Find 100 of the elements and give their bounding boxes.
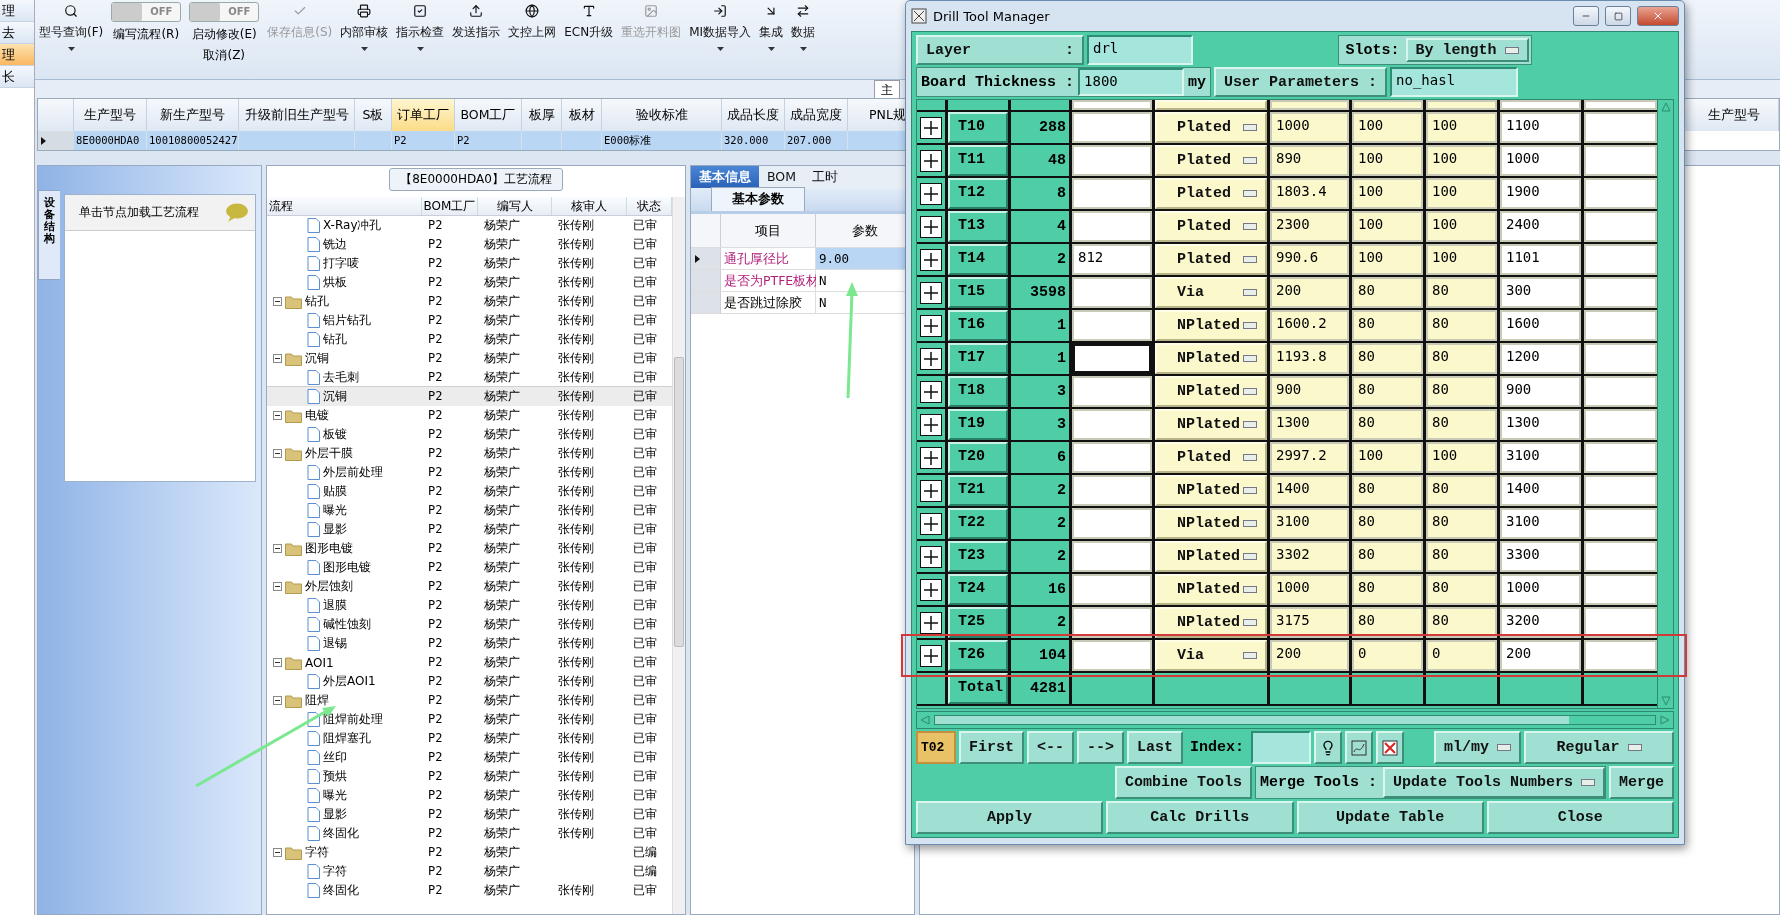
- tool-button[interactable]: T16: [948, 310, 1008, 341]
- column-header[interactable]: BOM工厂: [422, 197, 478, 215]
- expand-button[interactable]: [920, 446, 942, 469]
- toolbar-button[interactable]: 数据: [789, 0, 818, 55]
- text-field[interactable]: 100: [1426, 244, 1497, 275]
- nav-item[interactable]: 理: [0, 44, 34, 66]
- column-header[interactable]: 板材: [562, 99, 602, 131]
- column-header[interactable]: 项目: [721, 214, 816, 247]
- text-field[interactable]: 80: [1426, 343, 1497, 374]
- scroll-down-icon[interactable]: [1660, 696, 1671, 706]
- text-field[interactable]: 80: [1426, 277, 1497, 308]
- tool-button[interactable]: T18: [948, 376, 1008, 407]
- units-dropdown[interactable]: ml/my: [1434, 731, 1521, 764]
- type-dropdown[interactable]: NPlated: [1155, 475, 1267, 506]
- text-field[interactable]: 80: [1352, 607, 1423, 638]
- text-field[interactable]: 100: [1352, 211, 1423, 242]
- param-row[interactable]: 是否跳过除胶 N: [691, 292, 914, 314]
- type-dropdown[interactable]: Plated: [1155, 211, 1267, 242]
- toolbar-button[interactable]: 指示检查: [394, 0, 447, 55]
- expand-button[interactable]: [920, 611, 942, 634]
- column-header[interactable]: 订单工厂: [392, 99, 455, 131]
- text-field[interactable]: 1300: [1270, 409, 1349, 440]
- column-header[interactable]: 编写人: [478, 197, 552, 215]
- nav-item[interactable]: 长: [0, 66, 34, 88]
- text-field[interactable]: 1803.4: [1270, 178, 1349, 209]
- side-tab[interactable]: 设备结构: [38, 190, 60, 280]
- tool-button[interactable]: T20: [948, 442, 1008, 473]
- collapse-icon[interactable]: [273, 696, 282, 705]
- column-header[interactable]: 板厚: [522, 99, 562, 131]
- text-field[interactable]: 3100: [1500, 442, 1581, 473]
- text-field[interactable]: 300: [1500, 277, 1581, 308]
- text-field[interactable]: 0: [1426, 640, 1497, 671]
- text-field[interactable]: 80: [1352, 508, 1423, 539]
- tool-button[interactable]: T25: [948, 607, 1008, 638]
- collapse-icon[interactable]: [273, 848, 282, 857]
- text-field[interactable]: 100: [1426, 178, 1497, 209]
- mode-dropdown[interactable]: Regular: [1524, 731, 1674, 764]
- bulb-button[interactable]: [1314, 731, 1343, 764]
- type-dropdown[interactable]: Plated: [1155, 145, 1267, 176]
- expand-button[interactable]: [920, 281, 942, 304]
- scroll-left-icon[interactable]: [920, 715, 930, 725]
- expand-button[interactable]: [920, 347, 942, 370]
- index-field[interactable]: [1251, 731, 1312, 764]
- text-field[interactable]: 1900: [1500, 178, 1581, 209]
- type-dropdown[interactable]: Plated: [1155, 442, 1267, 473]
- expand-button[interactable]: [920, 314, 942, 337]
- type-dropdown[interactable]: Plated: [1155, 244, 1267, 275]
- text-field[interactable]: 1000: [1500, 145, 1581, 176]
- nav-button[interactable]: First: [959, 731, 1024, 764]
- collapse-icon[interactable]: [273, 658, 282, 667]
- tool-button[interactable]: T24: [948, 574, 1008, 605]
- text-field[interactable]: 990.6: [1270, 244, 1349, 275]
- delete-button[interactable]: [1376, 731, 1405, 764]
- column-header[interactable]: 生产型号: [1689, 99, 1779, 131]
- nav-item[interactable]: 去: [0, 22, 34, 44]
- column-header[interactable]: BOM工厂: [455, 99, 522, 131]
- text-field[interactable]: 200: [1500, 640, 1581, 671]
- text-field[interactable]: 1193.8: [1270, 343, 1349, 374]
- expand-button[interactable]: [920, 512, 942, 535]
- tool-button[interactable]: T14: [948, 244, 1008, 275]
- nav-button[interactable]: -->: [1077, 731, 1125, 764]
- tool-button[interactable]: T21: [948, 475, 1008, 506]
- text-field[interactable]: 80: [1352, 310, 1423, 341]
- type-dropdown[interactable]: Plated: [1155, 178, 1267, 209]
- text-field[interactable]: 1600.2: [1270, 310, 1349, 341]
- action-button[interactable]: Apply: [916, 801, 1104, 834]
- tool-button[interactable]: T17: [948, 343, 1008, 374]
- type-dropdown[interactable]: NPlated: [1155, 508, 1267, 539]
- thickness-field[interactable]: 1800: [1078, 68, 1185, 96]
- text-field[interactable]: 100: [1426, 145, 1497, 176]
- text-field[interactable]: 2400: [1500, 211, 1581, 242]
- column-header[interactable]: 成品长度: [722, 99, 785, 131]
- merge-button[interactable]: Merge: [1609, 766, 1674, 799]
- text-field[interactable]: 1100: [1500, 112, 1581, 143]
- text-field[interactable]: 3100: [1500, 508, 1581, 539]
- text-field[interactable]: 100: [1426, 211, 1497, 242]
- tool-button[interactable]: T19: [948, 409, 1008, 440]
- expand-button[interactable]: [920, 578, 942, 601]
- text-field[interactable]: 0: [1352, 640, 1423, 671]
- scroll-up-icon[interactable]: [1660, 102, 1671, 112]
- text-field[interactable]: 2300: [1270, 211, 1349, 242]
- text-field[interactable]: 80: [1352, 409, 1423, 440]
- collapse-icon[interactable]: [273, 297, 282, 306]
- text-field[interactable]: 80: [1352, 475, 1423, 506]
- tool-button[interactable]: T23: [948, 541, 1008, 572]
- toolbar-button[interactable]: ECN升级: [562, 0, 616, 55]
- column-header[interactable]: 新生产型号: [147, 99, 239, 131]
- column-header[interactable]: 生产型号: [74, 99, 147, 131]
- expand-button[interactable]: [920, 215, 942, 238]
- collapse-icon[interactable]: [273, 411, 282, 420]
- text-field[interactable]: 890: [1270, 145, 1349, 176]
- toolbar-button[interactable]: 发送指示: [450, 0, 503, 55]
- scrollbar[interactable]: [916, 711, 1674, 729]
- minimize-button[interactable]: [1573, 6, 1599, 26]
- expand-button[interactable]: [920, 644, 942, 667]
- expand-button[interactable]: [920, 116, 942, 139]
- close-button[interactable]: [1637, 6, 1679, 26]
- flow-row[interactable]: 沉铜 P2 杨荣广 张传刚 已审: [267, 387, 672, 406]
- tool-button[interactable]: T22: [948, 508, 1008, 539]
- action-button[interactable]: Close: [1486, 801, 1674, 834]
